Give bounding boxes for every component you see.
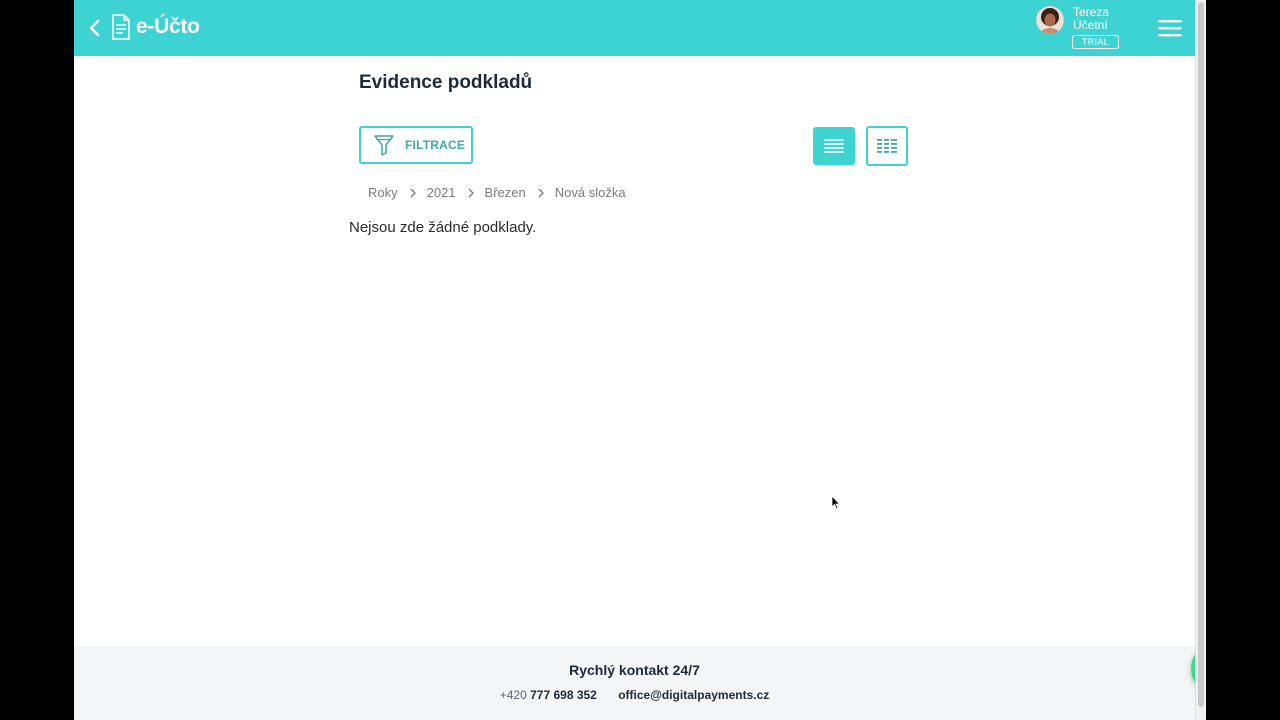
breadcrumb-item-roky[interactable]: Roky [368,185,398,200]
funnel-icon [374,135,394,156]
breadcrumb-item-2021[interactable]: 2021 [427,185,456,200]
mouse-cursor-icon [831,495,841,510]
breadcrumb-item-brezen[interactable]: Březen [485,185,526,200]
avatar [1036,6,1064,34]
plan-badge: TRIAL [1072,35,1120,49]
hamburger-menu-icon [1158,20,1182,37]
footer: Rychlý kontakt 24/7 +420 777 698 352 off… [74,646,1195,720]
empty-state-message: Nejsou zde žádné podklady. [349,219,537,236]
back-chevron-icon [89,19,100,37]
app-logo[interactable]: e-Účto [111,14,200,40]
user-name: Tereza Účetní [1073,6,1143,32]
document-icon [112,14,130,40]
chevron-right-icon [468,188,474,197]
grid-view-button[interactable] [866,126,908,166]
footer-title: Rychlý kontakt 24/7 [569,662,700,678]
footer-contacts: +420 777 698 352 office@digitalpayments.… [74,688,1195,702]
user-last-name: Účetní [1073,18,1108,32]
phone-number[interactable]: 777 698 352 [530,688,597,702]
top-bar: e-Účto Tereza Účetní TRIAL [74,0,1195,56]
email-link[interactable]: office@digitalpayments.cz [618,688,769,702]
vertical-scrollbar[interactable] [1195,0,1206,720]
filter-button[interactable]: FILTRACE [359,126,473,164]
hamburger-menu-button[interactable] [1157,18,1183,38]
breadcrumb: Roky 2021 Březen Nová složka [368,185,626,200]
back-button[interactable] [86,16,104,40]
scrollbar-thumb[interactable] [1198,2,1204,707]
page-title: Evidence podkladů [359,72,533,93]
user-profile[interactable]: Tereza Účetní TRIAL [1036,6,1146,52]
list-view-button[interactable] [813,127,855,165]
list-view-icon [824,139,844,153]
grid-view-icon [877,139,897,153]
breadcrumb-item-nova-slozka[interactable]: Nová složka [555,185,626,200]
phone-prefix: +420 [499,688,527,702]
filter-label: FILTRACE [405,138,466,152]
chevron-right-icon [538,188,544,197]
chevron-right-icon [410,188,416,197]
app-window: e-Účto Tereza Účetní TRIAL Evidence podk… [74,0,1195,720]
logo-text: e-Účto [136,15,200,38]
